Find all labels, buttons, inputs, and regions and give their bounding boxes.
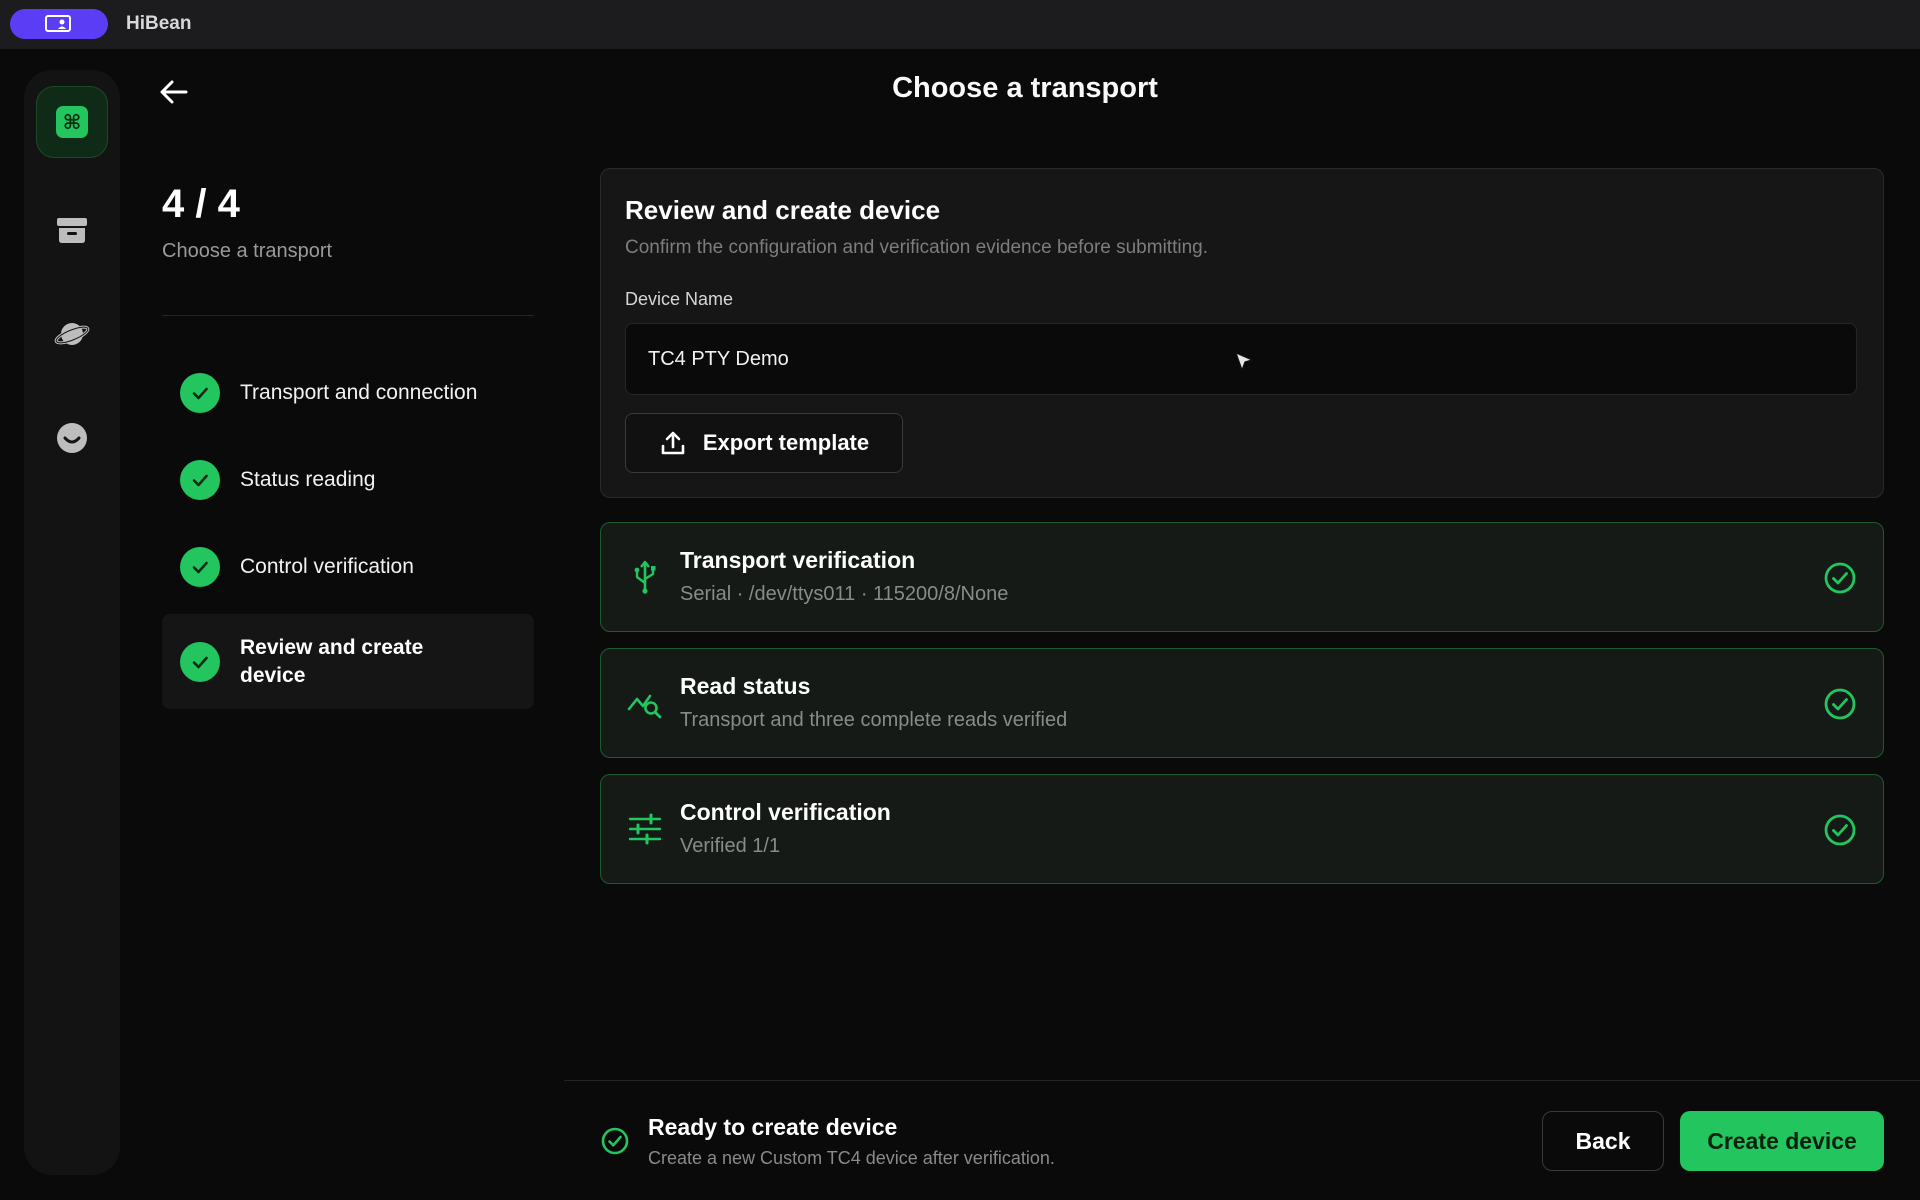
sliders-icon [628,813,662,845]
app-badge[interactable] [10,9,108,39]
check-circle-icon [1824,562,1856,594]
upload-icon [661,431,685,455]
usb-icon [634,560,656,594]
step-control-verification[interactable]: Control verification [162,540,534,594]
arrow-left-icon[interactable] [156,74,192,110]
card-title: Review and create device [625,195,941,225]
card-description: Confirm the configuration and verificati… [625,237,1208,258]
chart-search-icon [627,694,662,719]
check-circle-icon [180,547,220,587]
app-window: HiBean ⌘ Choose a transport 4 / 4 Choose… [0,0,1920,1200]
mouse-cursor-icon [1235,352,1253,371]
footer-divider [564,1080,1920,1081]
export-template-button[interactable]: Export template [625,413,903,473]
device-name-label: Device Name [625,289,734,309]
divider [162,315,534,316]
verification-card-transport: Transport verification Serial · /dev/tty… [600,522,1884,632]
planet-icon [54,323,90,345]
app-title: HiBean [126,13,192,34]
step-review-and-create-device[interactable]: Review and create device [162,614,534,709]
verification-title: Read status [680,673,811,699]
sidebar-item-explore[interactable] [36,298,108,370]
footer-status-subtitle: Create a new Custom TC4 device after ver… [648,1148,1055,1168]
verification-title: Control verification [680,799,891,825]
footer-status-title: Ready to create device [648,1114,898,1140]
page-title: Choose a transport [892,72,1158,104]
export-template-label: Export template [702,430,870,455]
sidebar-item-archive[interactable] [36,194,108,266]
step-label: Review and create device [240,635,424,687]
smiley-icon [57,423,87,453]
sidebar-item-devices[interactable]: ⌘ [36,86,108,158]
create-device-button[interactable]: Create device [1680,1111,1884,1171]
check-circle-icon [180,373,220,413]
sidebar-rail: ⌘ [24,70,120,1175]
back-button[interactable]: Back [1542,1111,1664,1171]
check-circle-icon [180,460,220,500]
verification-card-control: Control verification Verified 1/1 [600,774,1884,884]
verification-card-read-status: Read status Transport and three complete… [600,648,1884,758]
step-label: Status reading [240,468,376,491]
user-card-icon [45,15,71,32]
verification-title: Transport verification [680,547,916,573]
check-circle-icon [1824,688,1856,720]
step-transport-and-connection[interactable]: Transport and connection [162,366,534,420]
review-card: Review and create device Confirm the con… [600,168,1884,498]
archive-box-icon [57,218,87,243]
verification-subtitle: Transport and three complete reads verif… [680,709,1068,731]
verification-subtitle: Verified 1/1 [680,835,781,857]
step-status-reading[interactable]: Status reading [162,453,534,507]
sidebar-item-profile[interactable] [36,402,108,474]
verification-subtitle: Serial · /dev/ttys011 · 115200/8/None [680,583,1009,605]
check-circle-icon [1824,814,1856,846]
step-counter: 4 / 4 [162,182,240,226]
check-circle-icon [180,641,220,682]
check-circle-icon [601,1127,629,1155]
command-icon: ⌘ [56,106,88,138]
step-label: Transport and connection [240,381,478,404]
step-subtitle: Choose a transport [162,240,333,262]
title-bar: HiBean [0,0,1920,49]
step-label: Control verification [240,555,414,578]
